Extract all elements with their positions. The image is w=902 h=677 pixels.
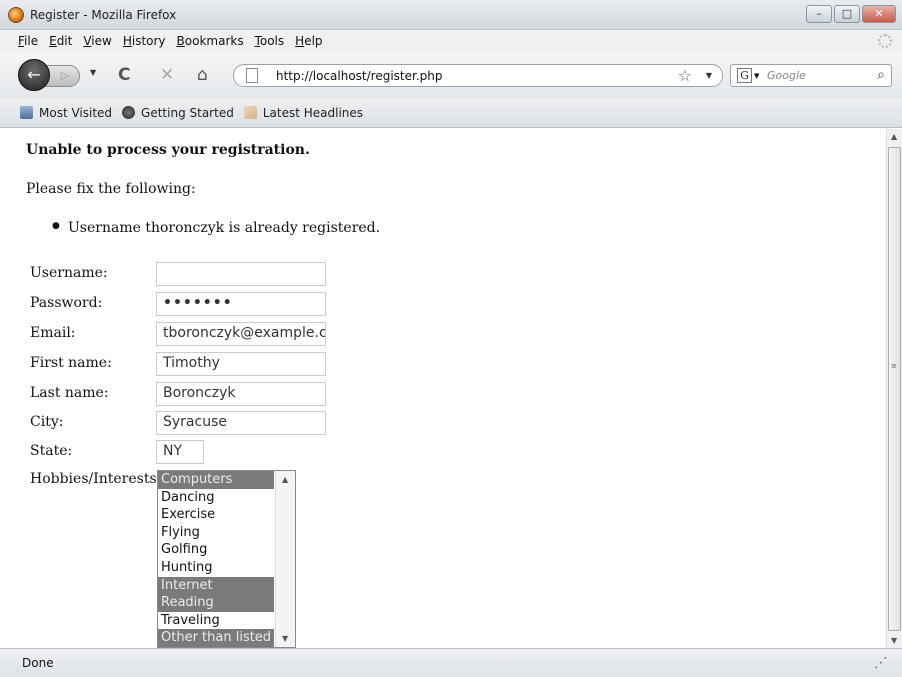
resize-grip-icon[interactable]: ⋰	[874, 655, 888, 671]
getting-started-icon	[122, 106, 136, 119]
firefox-logo-icon	[8, 7, 24, 23]
email-label: Email:	[30, 325, 76, 341]
first-name-label: First name:	[30, 355, 112, 371]
close-button[interactable]: ✕	[862, 5, 896, 23]
scroll-up-icon[interactable]: ▲	[282, 475, 288, 484]
search-placeholder: Google	[767, 69, 806, 82]
bookmarks-toolbar: Most Visited Getting Started Latest Head…	[0, 98, 902, 128]
hobby-option-other[interactable]: Other than listed	[158, 629, 274, 647]
hobbies-select[interactable]: Computers Dancing Exercise Flying Golfin…	[157, 470, 296, 648]
address-bar[interactable]: http://localhost/register.php ☆ ▼	[233, 64, 723, 87]
bookmark-label: Most Visited	[39, 105, 113, 120]
hobbies-scrollbar[interactable]: ▲ ▼	[275, 471, 295, 647]
username-label: Username:	[30, 265, 108, 281]
window-controls: – □ ✕	[806, 5, 896, 23]
last-name-label: Last name:	[30, 385, 109, 401]
hobby-option-flying[interactable]: Flying	[158, 524, 274, 542]
hobby-option-dancing[interactable]: Dancing	[158, 489, 274, 507]
state-field[interactable]: NY	[156, 440, 204, 464]
scroll-up-icon[interactable]: ▲	[891, 132, 897, 141]
throbber-icon	[878, 34, 892, 48]
bookmark-most-visited[interactable]: Most Visited	[20, 106, 112, 120]
state-label: State:	[30, 443, 73, 459]
menu-bar: File Edit View History Bookmarks Tools H…	[0, 30, 902, 52]
first-name-field[interactable]: Timothy	[156, 352, 326, 376]
page-content: Unable to process your registration. Ple…	[0, 129, 886, 648]
google-icon[interactable]: G	[737, 68, 752, 83]
menu-view[interactable]: View	[83, 34, 111, 48]
back-button[interactable]: ←	[18, 59, 50, 91]
menu-file[interactable]: File	[18, 34, 38, 48]
menu-history[interactable]: History	[123, 34, 166, 48]
email-field[interactable]: tboronczyk@example.com	[156, 322, 326, 346]
city-label: City:	[30, 414, 64, 430]
status-bar: Done ⋰	[0, 648, 902, 677]
menu-tools[interactable]: Tools	[255, 34, 285, 48]
password-label: Password:	[30, 295, 103, 311]
window-title: Register - Mozilla Firefox	[30, 8, 177, 22]
maximize-button[interactable]: □	[834, 5, 860, 23]
hobby-option-traveling[interactable]: Traveling	[158, 612, 274, 630]
hobbies-label: Hobbies/Interests:	[30, 471, 162, 487]
last-name-field[interactable]: Boronczyk	[156, 382, 326, 406]
home-icon[interactable]: ⌂	[197, 65, 208, 85]
city-field[interactable]: Syracuse	[156, 411, 326, 435]
search-engine-dropdown-icon[interactable]: ▼	[754, 72, 759, 80]
hobby-option-exercise[interactable]: Exercise	[158, 506, 274, 524]
url-dropdown-icon[interactable]: ▼	[706, 71, 712, 80]
url-text[interactable]: http://localhost/register.php	[276, 69, 443, 83]
scroll-down-icon[interactable]: ▼	[282, 634, 288, 643]
history-dropdown-icon[interactable]: ▼	[90, 68, 96, 77]
error-title: Unable to process your registration.	[26, 142, 310, 158]
reload-icon[interactable]: C	[118, 65, 130, 85]
menu-edit[interactable]: Edit	[49, 34, 72, 48]
hobby-option-computers[interactable]: Computers	[158, 471, 274, 489]
hobby-option-internet[interactable]: Internet	[158, 576, 274, 595]
navigation-toolbar: ▷ ← ▼ C ✕ ⌂ http://localhost/register.ph…	[0, 52, 902, 98]
stop-icon[interactable]: ✕	[160, 65, 174, 85]
status-text: Done	[22, 656, 54, 670]
page-scrollbar[interactable]: ▲ ≡ ▼	[886, 129, 902, 648]
hobby-option-reading[interactable]: Reading	[158, 594, 274, 612]
search-icon[interactable]: ⌕	[877, 67, 885, 83]
most-visited-icon	[20, 106, 33, 119]
title-bar: Register - Mozilla Firefox – □ ✕	[0, 0, 902, 30]
search-box[interactable]: G ▼ Google ⌕	[730, 64, 892, 87]
rss-icon	[243, 106, 257, 119]
page-icon	[246, 68, 258, 83]
scrollbar-thumb[interactable]	[888, 147, 901, 631]
menu-help[interactable]: Help	[295, 34, 322, 48]
fix-instructions: Please fix the following:	[26, 181, 196, 197]
bookmark-label: Latest Headlines	[262, 105, 364, 120]
scrollbar-grip-icon: ≡	[891, 362, 897, 370]
error-list: Username thoronczyk is already registere…	[52, 220, 380, 236]
scroll-down-icon[interactable]: ▼	[891, 636, 897, 645]
minimize-button[interactable]: –	[806, 5, 832, 23]
hobby-option-hunting[interactable]: Hunting	[158, 559, 274, 577]
username-field[interactable]	[156, 262, 326, 286]
bookmark-latest-headlines[interactable]: Latest Headlines	[243, 105, 364, 120]
bookmark-getting-started[interactable]: Getting Started	[122, 106, 234, 120]
bookmark-star-icon[interactable]: ☆	[678, 66, 692, 85]
error-item: Username thoronczyk is already registere…	[52, 220, 380, 236]
hobby-option-golfing[interactable]: Golfing	[158, 541, 274, 559]
password-field[interactable]: •••••••	[156, 292, 326, 316]
bookmark-label: Getting Started	[141, 105, 234, 120]
menu-bookmarks[interactable]: Bookmarks	[177, 34, 244, 48]
